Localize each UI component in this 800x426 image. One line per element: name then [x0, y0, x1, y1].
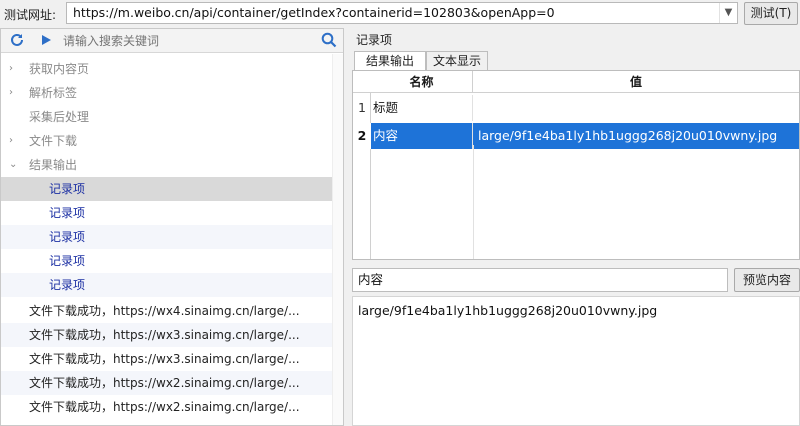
field-name-input[interactable]: 内容: [352, 268, 728, 292]
log-text: 文件下载成功，https://wx2.sinaimg.cn/large/...: [29, 400, 300, 414]
url-label: 测试网址:: [4, 8, 57, 22]
panel-title: 记录项: [356, 33, 393, 47]
url-input[interactable]: https://m.weibo.cn/api/container/getInde…: [66, 2, 738, 24]
search-input[interactable]: [63, 31, 315, 51]
tree-child-record-item[interactable]: 记录项: [1, 177, 343, 201]
column-header-name[interactable]: 名称: [371, 71, 473, 93]
test-button[interactable]: 测试(T): [744, 2, 798, 25]
tree-node-label: 采集后处理: [29, 110, 90, 124]
tree-child-label: 记录项: [49, 206, 86, 220]
table-row[interactable]: 1 标题: [353, 95, 799, 121]
cell-name[interactable]: 内容: [371, 123, 473, 149]
vertical-scrollbar[interactable]: [332, 54, 343, 425]
chevron-right-icon[interactable]: ›: [9, 129, 19, 153]
tree-child-label: 记录项: [49, 182, 86, 196]
tree-child-label: 记录项: [49, 230, 86, 244]
result-grid: 名称 值 1 标题 2 内容 large/9f1e4ba1ly1hb1uggg2…: [352, 70, 800, 260]
chevron-down-icon[interactable]: ▼: [719, 3, 737, 23]
refresh-icon[interactable]: [9, 32, 25, 48]
chevron-right-icon[interactable]: ›: [9, 81, 19, 105]
log-text: 文件下载成功，https://wx3.sinaimg.cn/large/...: [29, 352, 300, 366]
tree-node-result-output[interactable]: ⌄ 结果输出: [1, 153, 343, 177]
tree-child-record-item[interactable]: 记录项: [1, 273, 343, 297]
tab-text-display[interactable]: 文本显示: [426, 51, 488, 71]
chevron-right-icon[interactable]: ›: [9, 57, 19, 81]
url-bar: 测试网址: https://m.weibo.cn/api/container/g…: [0, 0, 800, 28]
tree-node-label: 解析标签: [29, 86, 78, 100]
column-header-value[interactable]: 值: [473, 71, 799, 93]
log-entry: 文件下载成功，https://wx3.sinaimg.cn/large/...: [1, 347, 343, 371]
cell-value[interactable]: large/9f1e4ba1ly1hb1uggg268j20u010vwny.j…: [473, 123, 799, 149]
tree-node-fetch-content[interactable]: › 获取内容页: [1, 57, 343, 81]
tab-result-output[interactable]: 结果输出: [354, 51, 426, 71]
grid-header: 名称 值: [353, 71, 799, 93]
cell-value[interactable]: [473, 95, 799, 121]
tree-node-file-download[interactable]: › 文件下载: [1, 129, 343, 153]
preview-content-button[interactable]: 预览内容: [734, 268, 800, 292]
chevron-down-icon[interactable]: ⌄: [9, 153, 19, 177]
tree-toolbar: [1, 29, 343, 53]
column-divider: [473, 145, 474, 259]
log-entry: 文件下载成功，https://wx2.sinaimg.cn/large/...: [1, 371, 343, 395]
tree-node-post-process[interactable]: 采集后处理: [1, 105, 343, 129]
tree-node-parse-tags[interactable]: › 解析标签: [1, 81, 343, 105]
search-icon[interactable]: [321, 32, 337, 48]
cell-name[interactable]: 标题: [371, 95, 473, 121]
tree-node-label: 结果输出: [29, 158, 78, 172]
log-entry: 文件下载成功，https://wx4.sinaimg.cn/large/...: [1, 299, 343, 323]
row-number: 2: [357, 128, 367, 143]
task-tree-panel: › 获取内容页 › 解析标签 采集后处理 › 文件下载 ⌄ 结果输出 记录项 记…: [0, 28, 344, 426]
tree-node-label: 获取内容页: [29, 62, 90, 76]
content-display[interactable]: large/9f1e4ba1ly1hb1uggg268j20u010vwny.j…: [352, 296, 800, 426]
play-icon[interactable]: [39, 33, 53, 47]
url-text: https://m.weibo.cn/api/container/getInde…: [73, 5, 555, 20]
log-text: 文件下载成功，https://wx4.sinaimg.cn/large/...: [29, 304, 300, 318]
row-number: 1: [358, 100, 366, 115]
table-row[interactable]: 2 内容 large/9f1e4ba1ly1hb1uggg268j20u010v…: [353, 123, 799, 149]
tree-node-label: 文件下载: [29, 134, 78, 148]
tree-child-label: 记录项: [49, 254, 86, 268]
tree-child-record-item[interactable]: 记录项: [1, 225, 343, 249]
tree-child-label: 记录项: [49, 278, 86, 292]
log-entry: 文件下载成功，https://wx3.sinaimg.cn/large/...: [1, 323, 343, 347]
tree-child-record-item[interactable]: 记录项: [1, 249, 343, 273]
log-text: 文件下载成功，https://wx2.sinaimg.cn/large/...: [29, 376, 300, 390]
tree-child-record-item[interactable]: 记录项: [1, 201, 343, 225]
log-text: 文件下载成功，https://wx3.sinaimg.cn/large/...: [29, 328, 300, 342]
log-entry: 文件下载成功，https://wx2.sinaimg.cn/large/...: [1, 395, 343, 419]
